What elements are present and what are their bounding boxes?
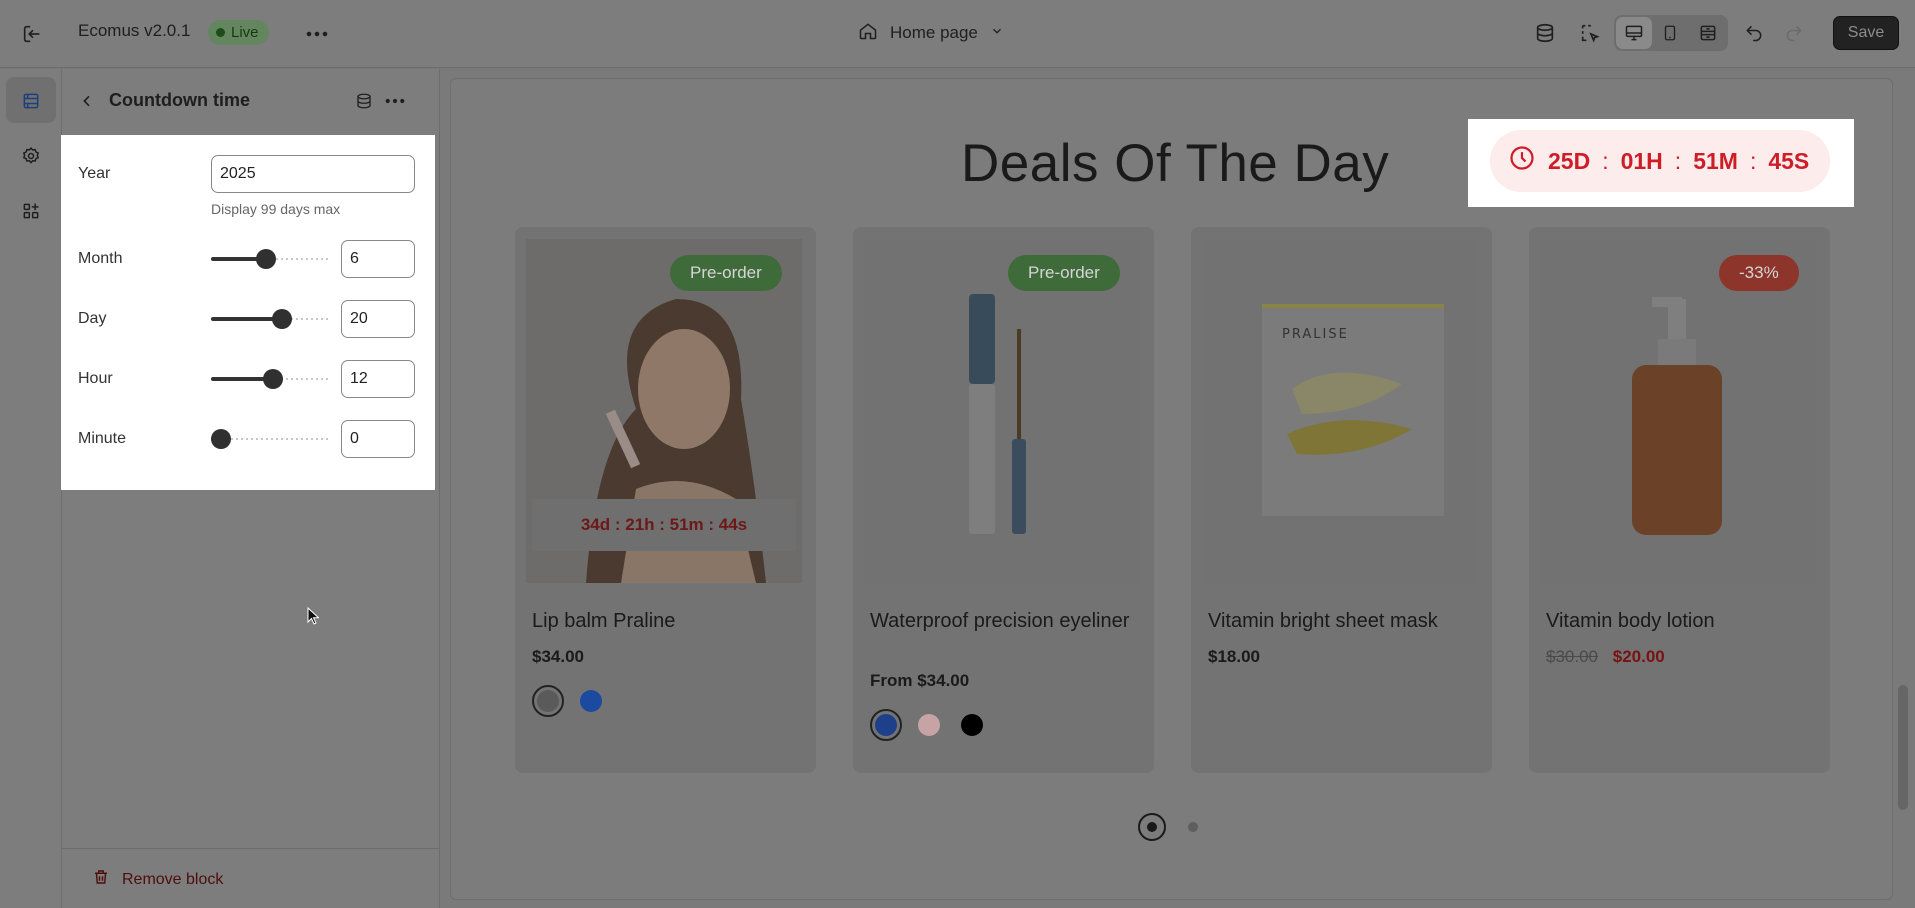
- color-swatch[interactable]: [956, 709, 988, 741]
- undo-icon[interactable]: [1740, 19, 1768, 47]
- live-status-badge: Live: [208, 20, 269, 45]
- product-countdown: 34d : 21h : 51m : 44s: [532, 499, 796, 551]
- product-card[interactable]: -33% Vitamin body lotion $30.00 $20.00: [1529, 227, 1830, 773]
- mouse-cursor-icon: [307, 606, 320, 630]
- year-label: Year: [78, 165, 111, 182]
- product-name[interactable]: Lip balm Praline: [532, 609, 802, 633]
- year-input[interactable]: 2025: [211, 155, 415, 193]
- countdown-seconds: 45S: [1768, 147, 1810, 174]
- preview-scrollbar[interactable]: [1898, 685, 1908, 810]
- product-price: $34.00: [532, 647, 584, 666]
- sections-icon[interactable]: [18, 88, 44, 114]
- year-helper-text: Display 99 days max: [211, 201, 341, 217]
- product-name[interactable]: Waterproof precision eyeliner: [870, 609, 1140, 633]
- app-title: Ecomus v2.0.1: [78, 21, 191, 40]
- color-swatch[interactable]: [532, 685, 564, 717]
- save-button[interactable]: Save: [1833, 16, 1899, 50]
- countdown-separator: :: [1674, 147, 1682, 174]
- preorder-badge: Pre-order: [1008, 255, 1120, 291]
- fullscreen-view-icon[interactable]: [1694, 19, 1722, 47]
- section-title: Deals Of The Day: [961, 134, 1390, 193]
- left-rail: [0, 69, 62, 908]
- live-label: Live: [231, 24, 259, 41]
- trash-icon: [92, 868, 110, 891]
- more-options-icon[interactable]: [302, 20, 332, 48]
- clock-icon: [1508, 144, 1536, 178]
- slider-knob[interactable]: [263, 369, 283, 389]
- month-label: Month: [78, 250, 123, 267]
- live-dot-icon: [216, 28, 225, 37]
- product-price: From $34.00: [870, 671, 970, 690]
- color-swatch[interactable]: [913, 709, 945, 741]
- product-card[interactable]: PRALISE Vitamin bright sheet mask $18.00: [1191, 227, 1492, 773]
- pagination-dot-active-inner: [1147, 822, 1157, 832]
- hour-slider[interactable]: [211, 369, 331, 389]
- desktop-view-icon[interactable]: [1620, 19, 1648, 47]
- apps-icon[interactable]: [18, 198, 44, 224]
- inspect-select-icon[interactable]: [1575, 18, 1605, 48]
- product-price: $18.00: [1208, 647, 1260, 666]
- page-selector[interactable]: Home page: [858, 18, 1004, 48]
- home-icon: [858, 21, 878, 46]
- countdown-minutes: 51M: [1693, 147, 1738, 174]
- minute-input[interactable]: 0: [341, 420, 415, 458]
- day-label: Day: [78, 310, 107, 327]
- exit-icon[interactable]: [18, 20, 46, 48]
- minute-label: Minute: [78, 430, 127, 447]
- hour-input[interactable]: 12: [341, 360, 415, 398]
- settings-gear-icon[interactable]: [18, 143, 44, 169]
- month-slider[interactable]: [211, 249, 331, 269]
- minute-slider[interactable]: [211, 429, 331, 449]
- sale-price: $20.00: [1612, 647, 1665, 666]
- product-image[interactable]: PRALISE: [1202, 239, 1478, 583]
- countdown-hours: 01H: [1620, 147, 1663, 174]
- discount-badge: -33%: [1719, 255, 1799, 291]
- chevron-down-icon: [990, 23, 1004, 43]
- countdown-settings-card: Year 2025 Display 99 days max Month 6 Da…: [61, 135, 435, 490]
- color-swatch[interactable]: [575, 685, 607, 717]
- slider-knob[interactable]: [211, 429, 231, 449]
- database-icon[interactable]: [352, 89, 376, 113]
- redo-icon[interactable]: [1780, 19, 1808, 47]
- countdown-timer[interactable]: 25D : 01H : 51M : 45S: [1490, 130, 1830, 192]
- product-price: $30.00 $20.00: [1546, 647, 1665, 667]
- page-selector-label: Home page: [890, 23, 978, 42]
- countdown-highlight[interactable]: 25D : 01H : 51M : 45S: [1468, 119, 1854, 207]
- more-options-icon[interactable]: [382, 89, 408, 113]
- panel-title: Countdown time: [109, 90, 250, 110]
- slider-knob[interactable]: [272, 309, 292, 329]
- day-input[interactable]: 20: [341, 300, 415, 338]
- compare-price: $30.00: [1546, 647, 1598, 666]
- product-name[interactable]: Vitamin bright sheet mask: [1208, 609, 1478, 633]
- preorder-badge: Pre-order: [670, 255, 782, 291]
- countdown-days: 25D: [1548, 147, 1591, 174]
- countdown-separator: :: [1749, 147, 1757, 174]
- back-arrow-icon[interactable]: [75, 89, 99, 113]
- mobile-view-icon[interactable]: [1656, 19, 1684, 47]
- color-swatch[interactable]: [870, 709, 902, 741]
- countdown-separator: :: [1602, 147, 1609, 174]
- product-name[interactable]: Vitamin body lotion: [1546, 609, 1816, 633]
- pagination-dot[interactable]: [1188, 822, 1198, 832]
- product-card[interactable]: Pre-order 34d : 21h : 51m : 44s Lip balm…: [515, 227, 816, 773]
- panel-footer-divider: [62, 848, 440, 849]
- month-input[interactable]: 6: [341, 240, 415, 278]
- svg-text:PRALISE: PRALISE: [1282, 327, 1349, 342]
- top-bar: Ecomus v2.0.1 Live Home page Save: [0, 0, 1915, 68]
- remove-block-button[interactable]: Remove block: [92, 868, 223, 891]
- slider-knob[interactable]: [256, 249, 276, 269]
- hour-label: Hour: [78, 370, 113, 387]
- database-icon[interactable]: [1530, 18, 1560, 48]
- remove-block-label: Remove block: [122, 870, 224, 888]
- day-slider[interactable]: [211, 309, 331, 329]
- product-card[interactable]: Pre-order Waterproof precision eyeliner …: [853, 227, 1154, 773]
